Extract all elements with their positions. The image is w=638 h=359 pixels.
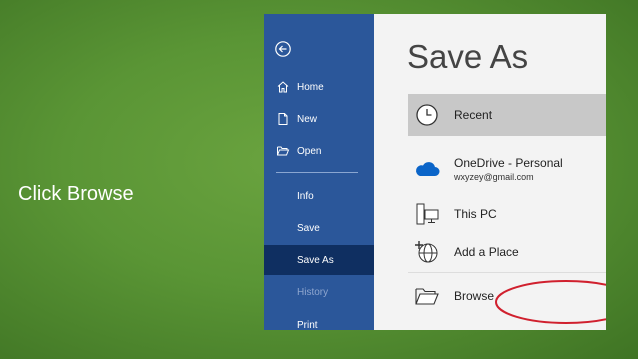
nav-item-print[interactable]: Print (264, 310, 374, 331)
location-sublabel: wxyzey@gmail.com (454, 172, 534, 182)
sidebar-divider (276, 172, 358, 173)
page-title: Save As (407, 38, 529, 75)
nav-item-label: Home (297, 81, 324, 93)
nav-item-label: Info (297, 190, 314, 202)
cloud-icon (414, 156, 440, 182)
nav-item-history[interactable]: History (264, 277, 374, 307)
location-label: Add a Place (454, 245, 519, 259)
location-onedrive[interactable]: OneDrive - Personal wxyzey@gmail.com (408, 148, 606, 190)
nav-item-label: History (297, 286, 329, 298)
slide-caption: Click Browse (18, 183, 134, 205)
location-recent[interactable]: Recent (408, 94, 606, 136)
location-label: Recent (454, 108, 493, 122)
nav-item-label: New (297, 113, 318, 125)
folder-icon (414, 283, 440, 309)
nav-item-info[interactable]: Info (264, 181, 374, 211)
location-this-pc[interactable]: This PC (408, 198, 606, 230)
new-document-icon (276, 112, 290, 126)
globe-plus-icon (414, 239, 440, 265)
nav-item-open[interactable]: Open (264, 136, 374, 166)
location-label: This PC (454, 207, 497, 221)
backstage-sidebar: Home New Open Info Save Save As History (264, 14, 374, 330)
open-folder-icon (276, 144, 290, 158)
nav-item-label: Print (297, 319, 318, 331)
location-separator (408, 272, 606, 273)
nav-item-home[interactable]: Home (264, 72, 374, 102)
nav-item-new[interactable]: New (264, 104, 374, 134)
clock-icon (414, 102, 440, 128)
nav-item-label: Save As (297, 254, 334, 266)
computer-icon (414, 201, 440, 227)
location-label: Browse (454, 289, 495, 303)
browse-highlight-ellipse (495, 280, 606, 324)
location-add-place[interactable]: Add a Place (408, 236, 606, 268)
nav-item-label: Open (297, 145, 322, 157)
nav-item-save[interactable]: Save (264, 213, 374, 243)
home-icon (276, 80, 290, 94)
backstage-panel: Home New Open Info Save Save As History (264, 14, 606, 330)
nav-item-save-as[interactable]: Save As (264, 245, 374, 275)
save-as-content: Save As Recent OneDrive - Personal wxyze… (374, 14, 606, 330)
location-label: OneDrive - Personal (454, 156, 563, 170)
nav-item-label: Save (297, 222, 320, 234)
back-arrow-icon[interactable] (275, 41, 291, 57)
location-text: OneDrive - Personal wxyzey@gmail.com (454, 156, 563, 182)
